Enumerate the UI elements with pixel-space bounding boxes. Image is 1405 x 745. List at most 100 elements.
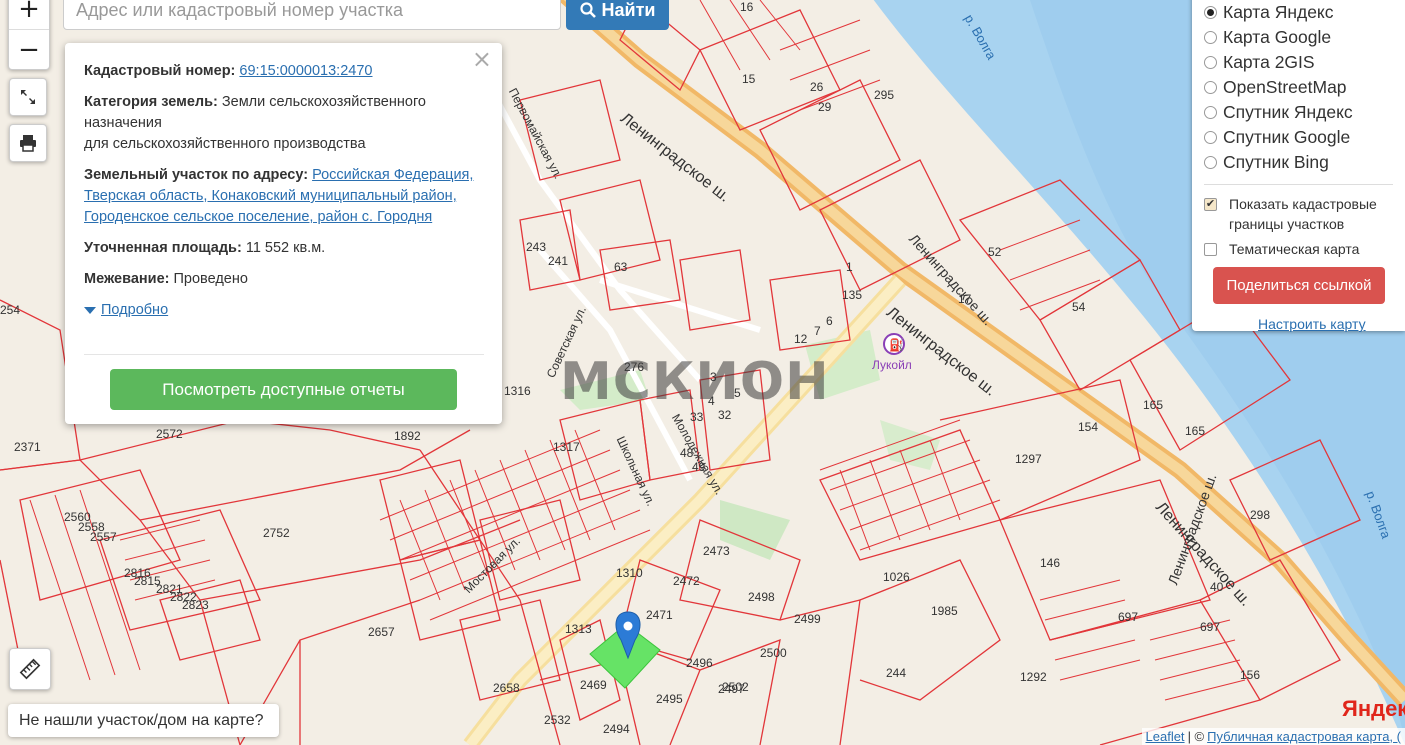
parcel-number-label: 1310	[616, 566, 643, 580]
land-category-row: Категория земель: Земли сельскохозяйстве…	[84, 92, 484, 155]
parcel-number-label: 2496	[686, 656, 713, 670]
address-label: Земельный участок по адресу:	[84, 167, 309, 183]
basemap-option[interactable]: Спутник Яндекс	[1204, 100, 1405, 125]
thematic-map-checkbox[interactable]	[1204, 243, 1217, 256]
parcel-number-label: 2471	[646, 608, 673, 622]
parcel-number-label: 63	[614, 260, 628, 274]
zoom-in-button[interactable]: +	[9, 0, 49, 30]
search-icon	[579, 2, 596, 18]
land-use-value: для сельскохозяйственного производства	[84, 136, 366, 152]
print-button[interactable]	[9, 124, 47, 162]
basemap-option[interactable]: OpenStreetMap	[1204, 75, 1405, 100]
search-input[interactable]	[74, 0, 550, 22]
caret-down-icon	[84, 307, 96, 314]
parcel-number-label: 1297	[1015, 452, 1042, 466]
basemap-option[interactable]: Спутник Google	[1204, 125, 1405, 150]
parcel-number-label: 16	[740, 0, 754, 14]
not-found-button[interactable]: Не нашли участок/дом на карте?	[8, 704, 279, 737]
parcel-number-label: 2371	[14, 440, 41, 454]
basemap-option[interactable]: Карта Google	[1204, 25, 1405, 50]
parcel-number-label: 2752	[263, 526, 290, 540]
leaflet-link[interactable]: Leaflet	[1146, 729, 1185, 744]
cadastral-number-link[interactable]: 69:15:0000013:2470	[239, 63, 372, 79]
parcel-number-label: 2499	[794, 612, 821, 626]
survey-value: Проведено	[173, 271, 248, 287]
basemap-option[interactable]: Карта 2GIS	[1204, 50, 1405, 75]
parcel-number-label: 6	[826, 314, 833, 328]
source-link[interactable]: Публичная кадастровая карта, (	[1207, 729, 1401, 744]
fullscreen-button[interactable]	[9, 78, 47, 116]
print-icon	[20, 135, 36, 152]
thematic-map-option[interactable]: Тематическая карта	[1204, 239, 1405, 259]
land-category-label: Категория земель:	[84, 94, 218, 110]
parcel-number-label: 295	[874, 88, 895, 102]
cadastral-number-label: Кадастровый номер:	[84, 63, 236, 79]
area-value: 11 552 кв.м.	[245, 240, 326, 256]
close-icon[interactable]: ×	[472, 47, 492, 71]
parcel-number-label: 2572	[156, 427, 183, 441]
parcel-number-label: 135	[842, 288, 863, 302]
measure-button[interactable]	[9, 648, 51, 690]
basemap-radio[interactable]	[1204, 31, 1217, 44]
share-link-button[interactable]: Поделиться ссылкой	[1213, 267, 1385, 304]
basemap-radio[interactable]	[1204, 156, 1217, 169]
basemap-radio[interactable]	[1204, 81, 1217, 94]
parcel-number-label: 1316	[504, 384, 531, 398]
parcel-number-label: 33	[690, 410, 704, 424]
popup-divider	[84, 354, 484, 355]
parcel-number-label: 244	[886, 666, 907, 680]
basemap-option[interactable]: Карта Яндекс	[1204, 0, 1405, 25]
parcel-number-label: 2469	[580, 678, 607, 692]
parcel-number-label: 156	[1240, 668, 1261, 682]
map-attribution: Leaflet | © Публичная кадастровая карта,…	[1141, 728, 1405, 745]
parcel-number-label: 1	[846, 260, 853, 274]
parcel-number-label: 146	[1040, 556, 1061, 570]
parcel-number-label: 2472	[673, 574, 700, 588]
parcel-number-label: 1292	[1020, 670, 1047, 684]
basemap-radio[interactable]	[1204, 131, 1217, 144]
parcel-number-label: 15	[742, 72, 756, 86]
parcel-number-label: 1892	[394, 429, 421, 443]
basemap-option-label: Спутник Яндекс	[1223, 102, 1353, 122]
cadastral-number-row: Кадастровый номер: 69:15:0000013:2470	[84, 61, 484, 82]
parcel-number-label: 243	[526, 240, 547, 254]
details-link[interactable]: Подробно	[101, 300, 168, 321]
svg-text:⛽: ⛽	[889, 338, 904, 352]
parcel-number-label: 2495	[656, 692, 683, 706]
view-reports-button[interactable]: Посмотреть доступные отчеты	[110, 369, 457, 410]
thematic-map-label: Тематическая карта	[1229, 241, 1360, 257]
parcel-number-label: 154	[1078, 420, 1099, 434]
basemap-option[interactable]: Спутник Bing	[1204, 150, 1405, 175]
zoom-out-button[interactable]: −	[9, 30, 49, 70]
survey-row: Межевание: Проведено	[84, 269, 484, 290]
layer-divider	[1204, 184, 1393, 185]
basemap-option-label: Карта Google	[1223, 27, 1332, 47]
parcel-number-label: 2557	[90, 530, 117, 544]
parcel-number-label: 2494	[603, 722, 630, 736]
parcel-number-label: 2823	[182, 598, 209, 612]
parcel-number-label: 26	[810, 80, 824, 94]
basemap-option-label: Карта Яндекс	[1223, 2, 1334, 22]
parcel-number-label: 12	[794, 332, 808, 346]
address-row: Земельный участок по адресу: Российская …	[84, 165, 484, 228]
zoom-control: + −	[8, 0, 50, 70]
yandex-logo: Яндекс	[1342, 696, 1405, 721]
parcel-number-label: 1317	[553, 440, 580, 454]
parcel-number-label: 254	[0, 303, 21, 317]
details-toggle[interactable]: Подробно	[84, 300, 484, 321]
basemap-radio[interactable]	[1204, 106, 1217, 119]
parcel-number-label: 697	[1118, 610, 1139, 624]
basemap-radio[interactable]	[1204, 6, 1217, 19]
basemap-radio[interactable]	[1204, 56, 1217, 69]
configure-map-link[interactable]: Настроить карту	[1258, 316, 1405, 332]
parcel-number-label: 1985	[931, 604, 958, 618]
parcel-number-label: 2502	[722, 680, 749, 694]
show-boundaries-checkbox[interactable]: ✔	[1204, 198, 1217, 211]
watermark: МСКИОН	[560, 352, 830, 412]
parcel-info-popup: × Кадастровый номер: 69:15:0000013:2470 …	[65, 43, 502, 424]
basemap-options: Карта Яндекс Карта Google Карта 2GIS OpenSt…	[1204, 0, 1405, 175]
show-boundaries-option[interactable]: ✔ Показать кадастровые границы участков	[1204, 194, 1405, 234]
find-button[interactable]: Найти	[566, 0, 669, 30]
attribution-separator: | ©	[1187, 729, 1205, 744]
parcel-number-label: 7	[814, 324, 821, 338]
